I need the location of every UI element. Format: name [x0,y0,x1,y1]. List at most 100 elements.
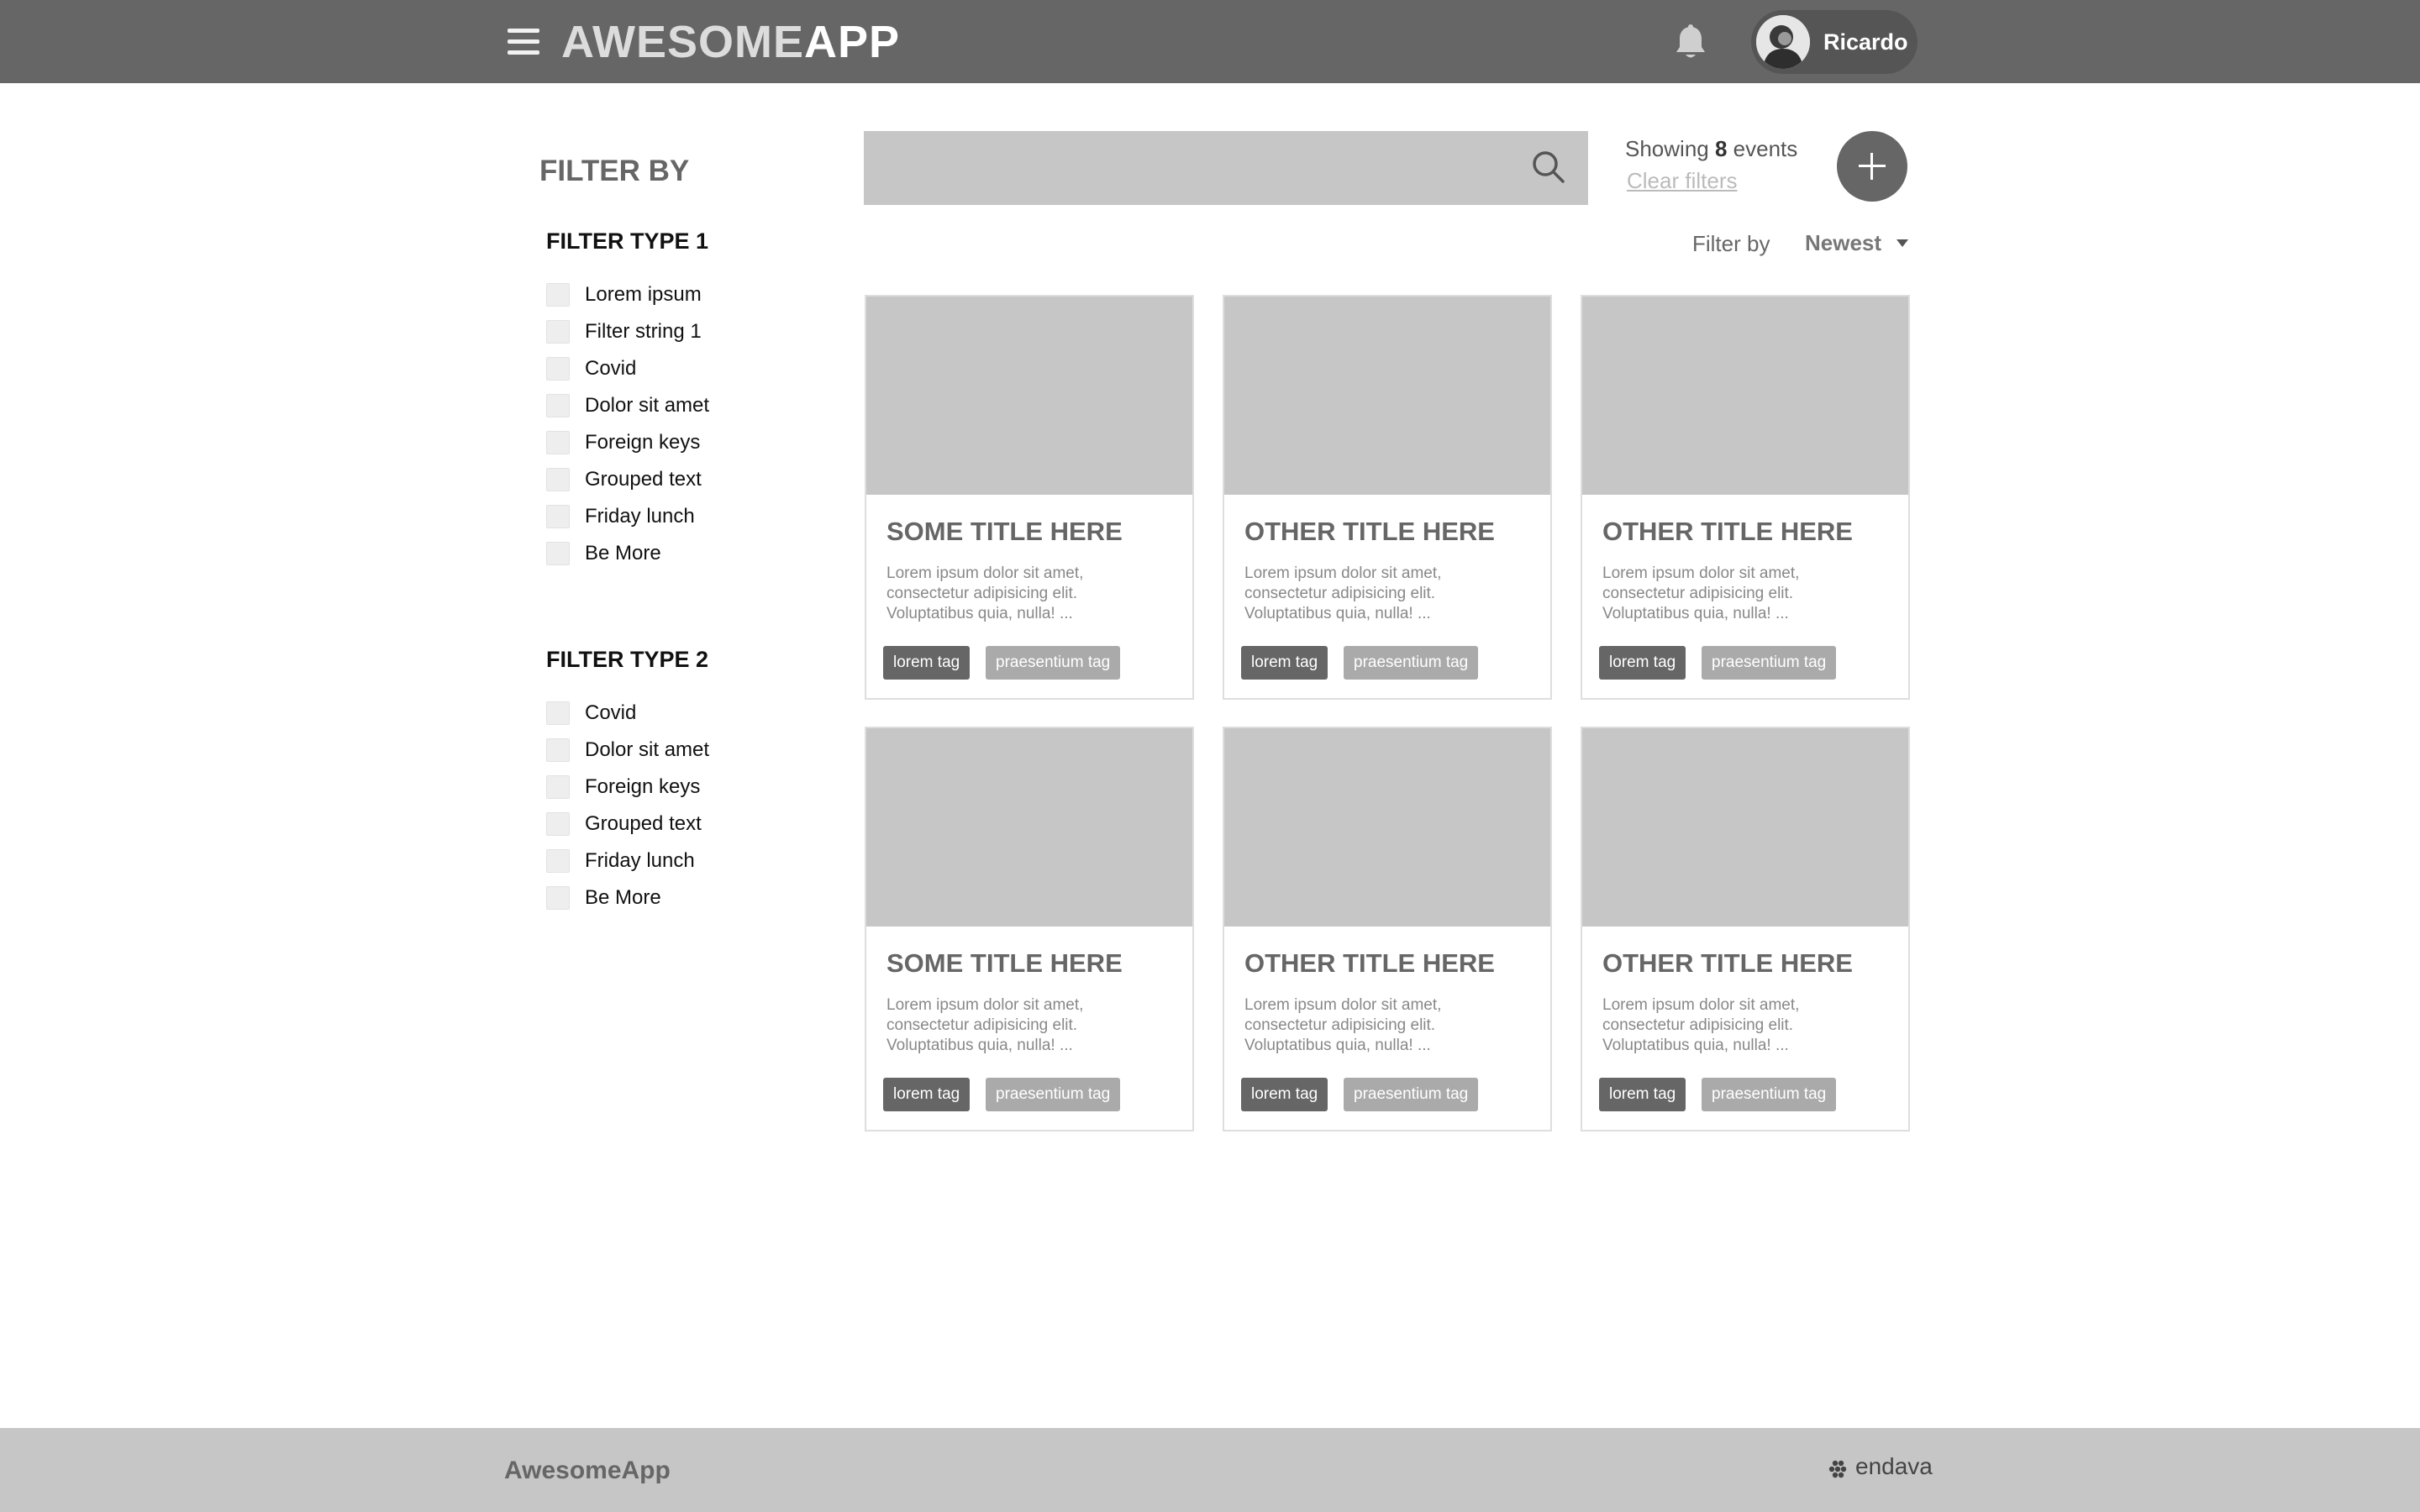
checkbox[interactable] [546,812,570,836]
checkbox[interactable] [546,431,570,454]
sort-label: Filter by [1692,231,1770,256]
results-count: Showing 8 events [1625,136,1797,162]
checkbox-label: Foreign keys [585,775,701,798]
logo-part-1: AWESOME [561,17,805,67]
avatar [1756,15,1810,69]
user-menu-button[interactable]: Ricardo [1751,10,1918,74]
checkbox[interactable] [546,357,570,381]
checkbox[interactable] [546,775,570,799]
card-tag-primary[interactable]: lorem tag [883,1078,971,1111]
filter-checkbox-row[interactable]: Filter string 1 [546,319,702,344]
add-event-button[interactable] [1837,131,1907,202]
bell-icon[interactable] [1672,24,1709,62]
checkbox[interactable] [546,468,570,491]
card-desc-line: Lorem ipsum dolor sit amet, [886,996,1084,1014]
card-desc-line: Voluptatibus quia, nulla! ... [886,1037,1073,1054]
card-image-placeholder [866,297,1192,495]
app-logo[interactable]: AWESOMEAPP [561,18,900,66]
checkbox[interactable] [546,320,570,344]
card-desc-line: consectetur adipisicing elit. [886,1016,1078,1034]
checkbox[interactable] [546,701,570,725]
card-image-placeholder [1224,297,1550,495]
chevron-down-icon [1897,239,1909,247]
checkbox-label: Filter string 1 [585,320,702,343]
checkbox[interactable] [546,542,570,565]
footer-brand: AwesomeApp [504,1457,671,1484]
card-desc-line: Voluptatibus quia, nulla! ... [1602,605,1789,622]
card-description: Lorem ipsum dolor sit amet, consectetur a… [1602,995,1871,1056]
checkbox-label: Dolor sit amet [585,738,710,761]
checkbox-label: Be More [585,886,661,909]
checkbox-label: Be More [585,542,661,564]
card-tag-secondary[interactable]: praesentium tag [1702,1078,1837,1111]
card-tag-primary[interactable]: lorem tag [1241,646,1328,680]
showing-count: 8 [1714,136,1728,161]
event-card[interactable]: SOME TITLE HERE Lorem ipsum dolor sit ame… [865,295,1194,700]
card-image-placeholder [1224,728,1550,927]
filter-checkbox-row[interactable]: Covid [546,701,636,726]
card-title: OTHER TITLE HERE [1244,517,1495,546]
checkbox[interactable] [546,505,570,528]
card-title: OTHER TITLE HERE [1602,948,1853,978]
checkbox[interactable] [546,849,570,873]
filter-checkbox-row[interactable]: Friday lunch [546,504,695,529]
filter-checkbox-row[interactable]: Grouped text [546,811,702,837]
card-description: Lorem ipsum dolor sit amet, consectetur a… [886,564,1155,624]
filter-checkbox-row[interactable]: Friday lunch [546,848,695,874]
filter-checkbox-row[interactable]: Grouped text [546,467,702,492]
filter-group-2-title: FILTER TYPE 2 [546,647,709,672]
card-description: Lorem ipsum dolor sit amet, consectetur a… [1602,564,1871,624]
event-card[interactable]: SOME TITLE HERE Lorem ipsum dolor sit ame… [865,727,1194,1131]
checkbox-label: Friday lunch [585,849,695,872]
card-tag-primary[interactable]: lorem tag [1599,1078,1686,1111]
event-card[interactable]: OTHER TITLE HERE Lorem ipsum dolor sit am… [1223,295,1552,700]
filter-checkbox-row[interactable]: Lorem ipsum [546,282,702,307]
logo-part-2: APP [804,17,901,67]
clear-filters-link[interactable]: Clear filters [1627,168,1737,194]
filter-checkbox-row[interactable]: Covid [546,356,636,381]
card-tag-secondary[interactable]: praesentium tag [1344,646,1479,680]
filter-checkbox-row[interactable]: Foreign keys [546,430,700,455]
top-header: AWESOMEAPP Ricardo [0,0,2420,83]
card-desc-line: Voluptatibus quia, nulla! ... [1244,1037,1431,1054]
filter-checkbox-row[interactable]: Foreign keys [546,774,700,800]
card-tag-secondary[interactable]: praesentium tag [986,646,1121,680]
checkbox[interactable] [546,738,570,762]
checkbox-label: Dolor sit amet [585,394,710,417]
card-image-placeholder [866,728,1192,927]
card-desc-line: consectetur adipisicing elit. [1602,585,1794,602]
card-tag-primary[interactable]: lorem tag [1599,646,1686,680]
card-desc-line: Lorem ipsum dolor sit amet, [886,564,1084,582]
sort-dropdown[interactable]: Newest [1805,228,1909,257]
card-tag-primary[interactable]: lorem tag [1241,1078,1328,1111]
card-tag-secondary[interactable]: praesentium tag [1702,646,1837,680]
card-tag-primary[interactable]: lorem tag [883,646,971,680]
filter-checkbox-row[interactable]: Be More [546,885,661,911]
sort-value: Newest [1805,229,1882,255]
card-desc-line: consectetur adipisicing elit. [1244,1016,1436,1034]
showing-prefix: Showing [1625,136,1709,161]
event-card[interactable]: OTHER TITLE HERE Lorem ipsum dolor sit am… [1581,295,1910,700]
card-tag-secondary[interactable]: praesentium tag [1344,1078,1479,1111]
checkbox[interactable] [546,886,570,910]
card-image-placeholder [1582,728,1908,927]
search-input[interactable] [864,131,1588,205]
filter-checkbox-row[interactable]: Be More [546,541,661,566]
endava-logo[interactable]: endava [1828,1453,1933,1480]
endava-logo-text: endava [1855,1453,1933,1479]
search-icon[interactable] [1531,150,1566,185]
card-tag-secondary[interactable]: praesentium tag [986,1078,1121,1111]
checkbox-label: Covid [585,701,637,724]
event-card[interactable]: OTHER TITLE HERE Lorem ipsum dolor sit am… [1223,727,1552,1131]
card-desc-line: consectetur adipisicing elit. [886,585,1078,602]
filter-checkbox-row[interactable]: Dolor sit amet [546,738,709,763]
card-desc-line: Lorem ipsum dolor sit amet, [1602,996,1800,1014]
filter-checkbox-row[interactable]: Dolor sit amet [546,393,709,418]
card-desc-line: Voluptatibus quia, nulla! ... [1244,605,1431,622]
checkbox[interactable] [546,283,570,307]
card-desc-line: consectetur adipisicing elit. [1244,585,1436,602]
card-title: OTHER TITLE HERE [1602,517,1853,546]
checkbox[interactable] [546,394,570,417]
menu-icon[interactable] [508,29,539,55]
event-card[interactable]: OTHER TITLE HERE Lorem ipsum dolor sit am… [1581,727,1910,1131]
